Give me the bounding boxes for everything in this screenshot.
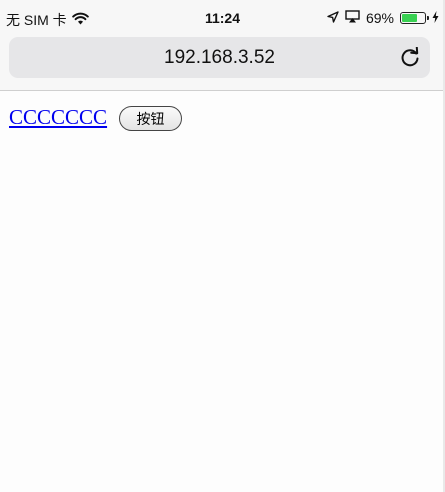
charging-bolt-icon [432,10,439,26]
page-link[interactable]: CCCCCCC [9,105,107,130]
battery-percent: 69% [365,10,394,26]
location-arrow-icon [327,10,339,26]
browser-toolbar: 192.168.3.52 [0,30,445,91]
battery-icon [400,12,429,24]
reload-icon[interactable] [399,46,421,69]
url-text[interactable]: 192.168.3.52 [9,47,430,69]
web-page-content: CCCCCCC 按钮 [0,91,445,492]
status-right: 69% [327,10,439,26]
address-bar[interactable]: 192.168.3.52 [9,37,430,78]
page-button[interactable]: 按钮 [119,106,182,131]
airplay-icon [345,10,360,26]
battery-cap [427,16,429,20]
battery-level-fill [402,14,417,22]
phone-screen: 无 SIM 卡 11:24 69% 192.168.3.52 CCCCCCC 按… [0,0,445,492]
